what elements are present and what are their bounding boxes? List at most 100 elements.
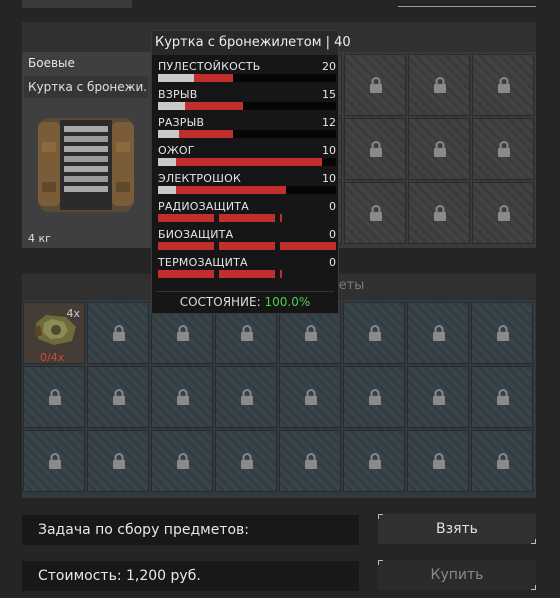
- item-weight: 4 кг: [28, 232, 51, 245]
- stat-value: 10: [322, 172, 336, 185]
- locked-slot[interactable]: [343, 430, 405, 492]
- stat-row: РАЗРЫВ 12: [158, 116, 336, 144]
- stat-segment: [158, 270, 214, 278]
- locked-slot[interactable]: [279, 366, 341, 428]
- stat-row: ВЗРЫВ 15: [158, 88, 336, 116]
- locked-slot[interactable]: [472, 54, 534, 116]
- stat-name: ВЗРЫВ: [158, 88, 198, 101]
- take-button-label: Взять: [436, 521, 478, 537]
- stat-bar-base: [158, 102, 185, 110]
- button-corner: [378, 560, 383, 565]
- locked-slot[interactable]: [151, 366, 213, 428]
- locked-slot[interactable]: [343, 366, 405, 428]
- stat-row: БИОЗАЩИТА 0: [158, 228, 336, 256]
- stat-row: ПУЛЕСТОЙКОСТЬ 20: [158, 60, 336, 88]
- stat-value: 0: [329, 228, 336, 241]
- tooltip-title: Куртка с бронежилетом | 40: [152, 31, 351, 55]
- lock-icon: [434, 77, 446, 93]
- lock-icon: [497, 325, 509, 341]
- stat-bar-fill: [179, 130, 233, 138]
- tooltip-divider: [156, 291, 334, 292]
- stat-row: ЭЛЕКТРОШОК 10: [158, 172, 336, 200]
- locked-slot[interactable]: [471, 366, 533, 428]
- lock-icon: [433, 453, 445, 469]
- stat-row: ТЕРМОЗАЩИТА 0: [158, 256, 336, 284]
- locked-slot[interactable]: [215, 430, 277, 492]
- lock-icon: [177, 325, 189, 341]
- locked-slot[interactable]: [408, 54, 470, 116]
- locked-slot[interactable]: [87, 366, 149, 428]
- stat-row: ОЖОГ 10: [158, 144, 336, 172]
- locked-slot[interactable]: [407, 366, 469, 428]
- stat-name: БИОЗАЩИТА: [158, 228, 234, 241]
- item-card[interactable]: Боевые Куртка с бронежи.. 4 кг: [22, 52, 150, 248]
- stat-bar: [158, 102, 336, 110]
- stat-bar-base: [158, 74, 194, 82]
- lock-icon: [434, 141, 446, 157]
- lock-icon: [177, 389, 189, 405]
- locked-slot[interactable]: [23, 430, 85, 492]
- stat-name: ТЕРМОЗАЩИТА: [158, 256, 248, 269]
- stat-value: 0: [329, 200, 336, 213]
- stat-bar: [158, 74, 336, 82]
- lock-icon: [305, 389, 317, 405]
- stat-bar-fill: [176, 186, 286, 194]
- lock-icon: [497, 453, 509, 469]
- locked-slot[interactable]: [151, 430, 213, 492]
- lock-icon: [370, 205, 382, 221]
- button-corner: [378, 514, 383, 519]
- buy-button[interactable]: Купить: [378, 560, 536, 590]
- locked-slot[interactable]: [472, 118, 534, 180]
- lock-icon: [498, 141, 510, 157]
- tooltip-level: 40: [334, 35, 351, 50]
- stat-value: 10: [322, 144, 336, 157]
- tooltip-item-name: Куртка с бронежилетом: [155, 35, 322, 50]
- lock-icon: [434, 205, 446, 221]
- locked-slot[interactable]: [23, 366, 85, 428]
- lock-icon: [369, 325, 381, 341]
- locked-slot[interactable]: [343, 302, 405, 364]
- locked-slot[interactable]: [471, 430, 533, 492]
- stat-name: ПУЛЕСТОЙКОСТЬ: [158, 60, 261, 73]
- stat-segment: [158, 214, 214, 222]
- locked-slot[interactable]: [407, 430, 469, 492]
- locked-slot[interactable]: [472, 182, 534, 244]
- stat-value: 0: [329, 256, 336, 269]
- stat-bar-fill: [185, 102, 243, 110]
- stat-segment: [219, 214, 275, 222]
- locked-slot[interactable]: [279, 430, 341, 492]
- lock-icon: [241, 389, 253, 405]
- locked-slot[interactable]: [344, 118, 406, 180]
- lock-icon: [177, 453, 189, 469]
- cost-field: Стоимость: 1,200 руб.: [22, 561, 359, 591]
- required-item-slot[interactable]: 4x 0/4x: [23, 302, 85, 364]
- stat-value: 20: [322, 60, 336, 73]
- stat-bar-fill: [194, 74, 233, 82]
- locked-slot[interactable]: [87, 302, 149, 364]
- locked-slot[interactable]: [408, 118, 470, 180]
- locked-slot[interactable]: [344, 54, 406, 116]
- locked-slot[interactable]: [408, 182, 470, 244]
- lock-icon: [433, 325, 445, 341]
- lock-icon: [498, 77, 510, 93]
- locked-slot[interactable]: [215, 366, 277, 428]
- stat-value: 12: [322, 116, 336, 129]
- stat-bar: [158, 130, 336, 138]
- lock-icon: [113, 325, 125, 341]
- required-item-count: 4x: [66, 307, 80, 320]
- lock-icon: [369, 453, 381, 469]
- stat-bar-base: [158, 186, 176, 194]
- stat-bar: [158, 158, 336, 166]
- take-button[interactable]: Взять: [378, 514, 536, 544]
- stat-segment: [219, 242, 275, 250]
- item-tooltip: Куртка с бронежилетом | 40 ПУЛЕСТОЙКОСТЬ…: [151, 30, 351, 314]
- lock-icon: [113, 389, 125, 405]
- stat-bar-fill: [176, 158, 322, 166]
- required-item-progress: 0/4x: [40, 351, 65, 364]
- lock-icon: [49, 453, 61, 469]
- locked-slot[interactable]: [407, 302, 469, 364]
- locked-slot[interactable]: [344, 182, 406, 244]
- locked-slot[interactable]: [87, 430, 149, 492]
- lock-icon: [433, 389, 445, 405]
- locked-slot[interactable]: [471, 302, 533, 364]
